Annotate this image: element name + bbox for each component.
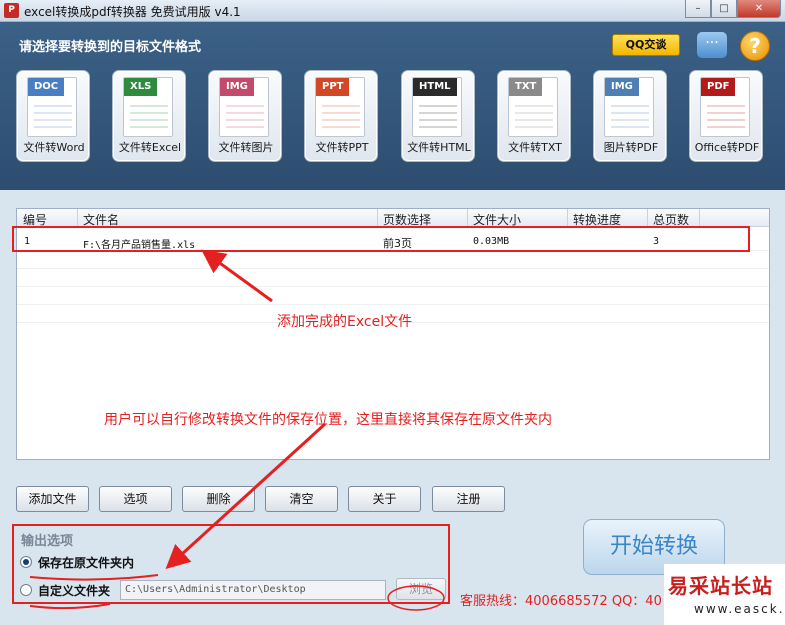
preview-icon bbox=[707, 100, 745, 132]
service-hotline: 客服热线：4006685572 QQ：40 bbox=[460, 594, 662, 609]
file-icon: PDF bbox=[700, 77, 750, 137]
tile-label: 文件转图片 bbox=[218, 141, 274, 154]
format-tag: HTML bbox=[413, 78, 457, 96]
format-tile-文件转excel[interactable]: XLS 文件转Excel bbox=[112, 70, 186, 162]
help-icon[interactable]: ? bbox=[740, 31, 770, 61]
options-button[interactable]: 选项 bbox=[99, 486, 172, 512]
site-watermark: 易采站长站 www.easck.com bbox=[664, 564, 785, 625]
preview-icon bbox=[226, 100, 264, 132]
format-tag: DOC bbox=[28, 78, 65, 96]
format-tag: IMG bbox=[220, 78, 254, 96]
title-bar: P excel转换成pdf转换器 免费试用版 v4.1 – □ ✕ bbox=[0, 0, 785, 22]
add-file-button[interactable]: 添加文件 bbox=[16, 486, 89, 512]
watermark-title: 易采站长站 bbox=[668, 574, 773, 598]
clear-button[interactable]: 清空 bbox=[265, 486, 338, 512]
file-icon: IMG bbox=[219, 77, 269, 137]
format-tag: TXT bbox=[509, 78, 543, 96]
window-title: excel转换成pdf转换器 免费试用版 v4.1 bbox=[24, 5, 241, 19]
preview-icon bbox=[130, 100, 168, 132]
highlight-file-row bbox=[12, 226, 750, 252]
format-tag: PDF bbox=[701, 78, 736, 96]
tile-label: 文件转Word bbox=[23, 141, 85, 154]
file-icon: HTML bbox=[412, 77, 462, 137]
format-tile-文件转html[interactable]: HTML 文件转HTML bbox=[401, 70, 475, 162]
radio-save-original[interactable] bbox=[20, 556, 32, 568]
app-icon: P bbox=[4, 3, 19, 18]
label-custom-folder[interactable]: 自定义文件夹 bbox=[38, 582, 110, 599]
maximize-button[interactable]: □ bbox=[711, 0, 737, 18]
preview-icon bbox=[322, 100, 360, 132]
tile-label: 文件转Excel bbox=[118, 141, 182, 154]
preview-icon bbox=[515, 100, 553, 132]
format-tile-文件转word[interactable]: DOC 文件转Word bbox=[16, 70, 90, 162]
close-button[interactable]: ✕ bbox=[737, 0, 781, 18]
annotation-added-file: 添加完成的Excel文件 bbox=[277, 314, 413, 330]
radio-custom-folder[interactable] bbox=[20, 584, 32, 596]
delete-button[interactable]: 删除 bbox=[182, 486, 255, 512]
preview-icon bbox=[611, 100, 649, 132]
header-title: 请选择要转换到的目标文件格式 bbox=[19, 40, 202, 55]
format-tile-文件转ppt[interactable]: PPT 文件转PPT bbox=[304, 70, 378, 162]
format-header: 请选择要转换到的目标文件格式 QQ交谈 ··· ? DOC 文件转Word XLS 文… bbox=[0, 22, 785, 190]
label-save-original[interactable]: 保存在原文件夹内 bbox=[38, 554, 134, 571]
message-icon[interactable]: ··· bbox=[697, 32, 727, 58]
tile-label: 图片转PDF bbox=[603, 141, 659, 154]
watermark-url: www.easck.com bbox=[694, 602, 785, 616]
format-tag: PPT bbox=[316, 78, 350, 96]
about-button[interactable]: 关于 bbox=[348, 486, 421, 512]
format-tag: IMG bbox=[605, 78, 639, 96]
tile-label: Office转PDF bbox=[694, 141, 760, 154]
output-options-title: 输出选项 bbox=[21, 534, 74, 549]
file-list-panel: 编号 文件名 页数选择 文件大小 转换进度 总页数 1 F:\各月产品销售量.x… bbox=[0, 190, 785, 625]
format-tile-文件转txt[interactable]: TXT 文件转TXT bbox=[497, 70, 571, 162]
file-icon: PPT bbox=[315, 77, 365, 137]
tile-label: 文件转PPT bbox=[315, 141, 369, 154]
format-tile-图片转pdf[interactable]: IMG 图片转PDF bbox=[593, 70, 667, 162]
file-icon: DOC bbox=[27, 77, 77, 137]
output-options-group: 输出选项 保存在原文件夹内 自定义文件夹 C:\Users\Administra… bbox=[12, 524, 450, 604]
qq-chat-button[interactable]: QQ交谈 bbox=[612, 34, 680, 56]
file-icon: XLS bbox=[123, 77, 173, 137]
tile-label: 文件转HTML bbox=[407, 141, 471, 154]
file-icon: IMG bbox=[604, 77, 654, 137]
preview-icon bbox=[34, 100, 72, 132]
preview-icon bbox=[419, 100, 457, 132]
tile-label: 文件转TXT bbox=[508, 141, 562, 154]
minimize-button[interactable]: – bbox=[685, 0, 711, 18]
format-tile-office转pdf[interactable]: PDF Office转PDF bbox=[689, 70, 763, 162]
format-tile-文件转图片[interactable]: IMG 文件转图片 bbox=[208, 70, 282, 162]
file-icon: TXT bbox=[508, 77, 558, 137]
format-tag: XLS bbox=[124, 78, 158, 96]
table-header: 编号 文件名 页数选择 文件大小 转换进度 总页数 bbox=[17, 209, 769, 227]
browse-button[interactable]: 浏览 bbox=[396, 578, 446, 600]
output-path-field[interactable]: C:\Users\Administrator\Desktop bbox=[120, 580, 386, 600]
register-button[interactable]: 注册 bbox=[432, 486, 505, 512]
annotation-save-hint: 用户可以自行修改转换文件的保存位置，这里直接将其保存在原文件夹内 bbox=[104, 412, 552, 428]
